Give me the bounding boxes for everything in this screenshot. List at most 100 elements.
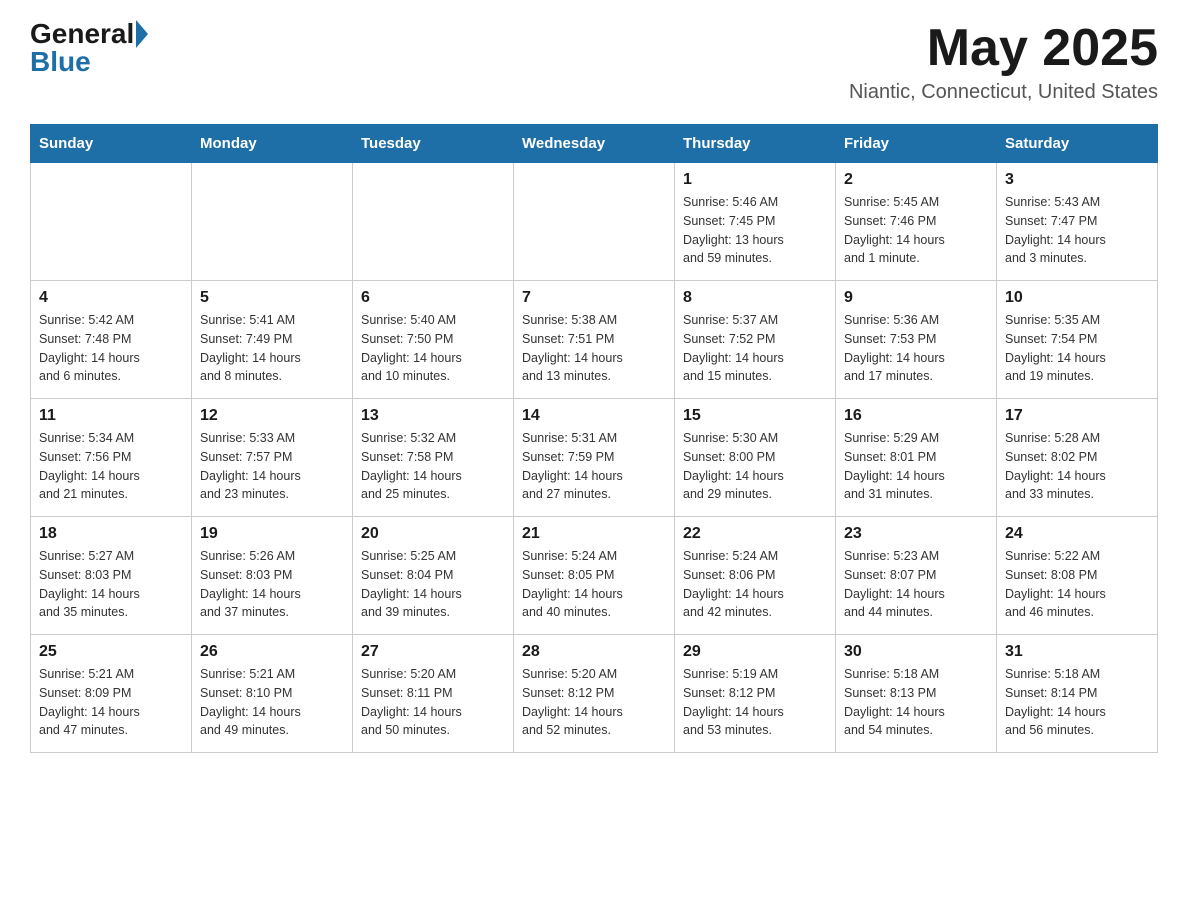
page-header: General Blue May 2025 Niantic, Connectic…: [30, 20, 1158, 104]
calendar-cell: 13 Sunrise: 5:32 AM Sunset: 7:58 PM Dayli…: [353, 399, 514, 517]
day-info: Sunrise: 5:22 AM Sunset: 8:08 PM Dayligh…: [1005, 547, 1149, 622]
day-of-week-header: Friday: [836, 125, 997, 163]
day-number: 21: [522, 525, 666, 543]
day-number: 22: [683, 525, 827, 543]
calendar-cell: 31 Sunrise: 5:18 AM Sunset: 8:14 PM Dayli…: [997, 635, 1158, 753]
logo: General Blue: [30, 20, 148, 76]
day-info: Sunrise: 5:31 AM Sunset: 7:59 PM Dayligh…: [522, 429, 666, 504]
day-info: Sunrise: 5:43 AM Sunset: 7:47 PM Dayligh…: [1005, 193, 1149, 268]
day-info: Sunrise: 5:46 AM Sunset: 7:45 PM Dayligh…: [683, 193, 827, 268]
calendar-cell: [353, 163, 514, 281]
day-number: 20: [361, 525, 505, 543]
day-number: 28: [522, 643, 666, 661]
calendar-cell: 15 Sunrise: 5:30 AM Sunset: 8:00 PM Dayli…: [675, 399, 836, 517]
day-info: Sunrise: 5:30 AM Sunset: 8:00 PM Dayligh…: [683, 429, 827, 504]
day-info: Sunrise: 5:27 AM Sunset: 8:03 PM Dayligh…: [39, 547, 183, 622]
calendar-cell: 27Sunrise: 5:20 AM Sunset: 8:11 PM Dayli…: [353, 635, 514, 753]
day-info: Sunrise: 5:32 AM Sunset: 7:58 PM Dayligh…: [361, 429, 505, 504]
day-info: Sunrise: 5:24 AM Sunset: 8:05 PM Dayligh…: [522, 547, 666, 622]
day-info: Sunrise: 5:18 AM Sunset: 8:13 PM Dayligh…: [844, 665, 988, 740]
logo-general-text: General: [30, 20, 134, 48]
day-number: 6: [361, 289, 505, 307]
calendar-cell: 28Sunrise: 5:20 AM Sunset: 8:12 PM Dayli…: [514, 635, 675, 753]
day-info: Sunrise: 5:33 AM Sunset: 7:57 PM Dayligh…: [200, 429, 344, 504]
day-number: 29: [683, 643, 827, 661]
calendar-week-row: 4 Sunrise: 5:42 AM Sunset: 7:48 PM Daylig…: [31, 281, 1158, 399]
calendar-cell: [514, 163, 675, 281]
calendar-week-row: 18Sunrise: 5:27 AM Sunset: 8:03 PM Dayli…: [31, 517, 1158, 635]
calendar-cell: 9 Sunrise: 5:36 AM Sunset: 7:53 PM Daylig…: [836, 281, 997, 399]
day-info: Sunrise: 5:37 AM Sunset: 7:52 PM Dayligh…: [683, 311, 827, 386]
day-info: Sunrise: 5:35 AM Sunset: 7:54 PM Dayligh…: [1005, 311, 1149, 386]
day-info: Sunrise: 5:24 AM Sunset: 8:06 PM Dayligh…: [683, 547, 827, 622]
day-number: 2: [844, 171, 988, 189]
day-number: 17: [1005, 407, 1149, 425]
calendar-cell: 8 Sunrise: 5:37 AM Sunset: 7:52 PM Daylig…: [675, 281, 836, 399]
calendar-cell: 20Sunrise: 5:25 AM Sunset: 8:04 PM Dayli…: [353, 517, 514, 635]
calendar-cell: 26Sunrise: 5:21 AM Sunset: 8:10 PM Dayli…: [192, 635, 353, 753]
day-number: 8: [683, 289, 827, 307]
day-number: 26: [200, 643, 344, 661]
day-number: 3: [1005, 171, 1149, 189]
day-number: 4: [39, 289, 183, 307]
day-info: Sunrise: 5:34 AM Sunset: 7:56 PM Dayligh…: [39, 429, 183, 504]
calendar-cell: 7 Sunrise: 5:38 AM Sunset: 7:51 PM Daylig…: [514, 281, 675, 399]
logo-blue-text: Blue: [30, 48, 148, 76]
calendar-cell: 29 Sunrise: 5:19 AM Sunset: 8:12 PM Dayli…: [675, 635, 836, 753]
day-info: Sunrise: 5:38 AM Sunset: 7:51 PM Dayligh…: [522, 311, 666, 386]
calendar-cell: 30 Sunrise: 5:18 AM Sunset: 8:13 PM Dayli…: [836, 635, 997, 753]
calendar-cell: 23 Sunrise: 5:23 AM Sunset: 8:07 PM Dayli…: [836, 517, 997, 635]
day-of-week-header: Monday: [192, 125, 353, 163]
calendar-cell: 12 Sunrise: 5:33 AM Sunset: 7:57 PM Dayli…: [192, 399, 353, 517]
day-info: Sunrise: 5:26 AM Sunset: 8:03 PM Dayligh…: [200, 547, 344, 622]
day-info: Sunrise: 5:23 AM Sunset: 8:07 PM Dayligh…: [844, 547, 988, 622]
day-number: 7: [522, 289, 666, 307]
day-number: 5: [200, 289, 344, 307]
calendar-cell: 16Sunrise: 5:29 AM Sunset: 8:01 PM Dayli…: [836, 399, 997, 517]
day-number: 27: [361, 643, 505, 661]
day-number: 23: [844, 525, 988, 543]
day-of-week-header: Thursday: [675, 125, 836, 163]
day-number: 16: [844, 407, 988, 425]
day-number: 10: [1005, 289, 1149, 307]
day-info: Sunrise: 5:40 AM Sunset: 7:50 PM Dayligh…: [361, 311, 505, 386]
day-number: 13: [361, 407, 505, 425]
day-of-week-header: Tuesday: [353, 125, 514, 163]
day-number: 9: [844, 289, 988, 307]
day-number: 24: [1005, 525, 1149, 543]
day-number: 15: [683, 407, 827, 425]
calendar-cell: [31, 163, 192, 281]
calendar-cell: 10 Sunrise: 5:35 AM Sunset: 7:54 PM Dayli…: [997, 281, 1158, 399]
calendar-cell: 4 Sunrise: 5:42 AM Sunset: 7:48 PM Daylig…: [31, 281, 192, 399]
day-number: 11: [39, 407, 183, 425]
calendar-week-row: 11 Sunrise: 5:34 AM Sunset: 7:56 PM Dayli…: [31, 399, 1158, 517]
calendar-cell: 6 Sunrise: 5:40 AM Sunset: 7:50 PM Daylig…: [353, 281, 514, 399]
calendar-cell: 22 Sunrise: 5:24 AM Sunset: 8:06 PM Dayli…: [675, 517, 836, 635]
calendar-cell: 25 Sunrise: 5:21 AM Sunset: 8:09 PM Dayli…: [31, 635, 192, 753]
calendar-week-row: 25 Sunrise: 5:21 AM Sunset: 8:09 PM Dayli…: [31, 635, 1158, 753]
calendar-cell: 5Sunrise: 5:41 AM Sunset: 7:49 PM Daylig…: [192, 281, 353, 399]
day-number: 1: [683, 171, 827, 189]
calendar-cell: 18Sunrise: 5:27 AM Sunset: 8:03 PM Dayli…: [31, 517, 192, 635]
day-number: 14: [522, 407, 666, 425]
day-info: Sunrise: 5:18 AM Sunset: 8:14 PM Dayligh…: [1005, 665, 1149, 740]
calendar-cell: [192, 163, 353, 281]
calendar-cell: 11 Sunrise: 5:34 AM Sunset: 7:56 PM Dayli…: [31, 399, 192, 517]
calendar-table: SundayMondayTuesdayWednesdayThursdayFrid…: [30, 124, 1158, 753]
day-number: 30: [844, 643, 988, 661]
calendar-cell: 2Sunrise: 5:45 AM Sunset: 7:46 PM Daylig…: [836, 163, 997, 281]
calendar-cell: 17Sunrise: 5:28 AM Sunset: 8:02 PM Dayli…: [997, 399, 1158, 517]
day-info: Sunrise: 5:21 AM Sunset: 8:09 PM Dayligh…: [39, 665, 183, 740]
calendar-cell: 14 Sunrise: 5:31 AM Sunset: 7:59 PM Dayli…: [514, 399, 675, 517]
calendar-week-row: 1 Sunrise: 5:46 AM Sunset: 7:45 PM Daylig…: [31, 163, 1158, 281]
day-info: Sunrise: 5:42 AM Sunset: 7:48 PM Dayligh…: [39, 311, 183, 386]
day-number: 31: [1005, 643, 1149, 661]
calendar-cell: 19Sunrise: 5:26 AM Sunset: 8:03 PM Dayli…: [192, 517, 353, 635]
day-info: Sunrise: 5:36 AM Sunset: 7:53 PM Dayligh…: [844, 311, 988, 386]
day-info: Sunrise: 5:19 AM Sunset: 8:12 PM Dayligh…: [683, 665, 827, 740]
day-number: 12: [200, 407, 344, 425]
calendar-header-row: SundayMondayTuesdayWednesdayThursdayFrid…: [31, 125, 1158, 163]
location-subtitle: Niantic, Connecticut, United States: [849, 81, 1158, 104]
day-number: 25: [39, 643, 183, 661]
day-of-week-header: Saturday: [997, 125, 1158, 163]
